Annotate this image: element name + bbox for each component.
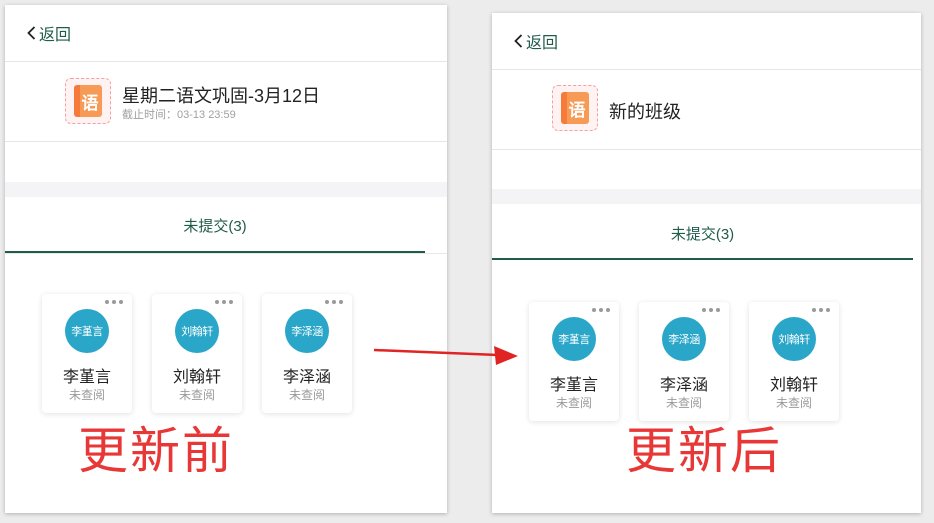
student-card[interactable]: 李泽涵 李泽涵 未查阅 (262, 294, 352, 413)
more-dots-icon[interactable] (325, 300, 343, 304)
student-status: 未查阅 (665, 396, 702, 410)
nav-bar: 返回 (5, 5, 447, 62)
student-card[interactable]: 刘翰轩 刘翰轩 未查阅 (749, 302, 839, 421)
back-button[interactable]: 返回 (514, 29, 558, 53)
tab-label: 未提交(3) (183, 217, 247, 235)
caption-after: 更新后 (626, 423, 782, 479)
avatar: 刘翰轩 (772, 317, 816, 361)
homework-title: 新的班级 (609, 102, 681, 122)
student-status: 未查阅 (68, 388, 105, 402)
avatar: 刘翰轩 (175, 309, 219, 353)
homework-header: 语 新的班级 (492, 69, 921, 150)
tab-active-indicator (492, 258, 913, 260)
avatar: 李堇言 (65, 309, 109, 353)
subject-glyph: 语 (561, 92, 589, 124)
student-name: 刘翰轩 (172, 369, 221, 386)
tab-divider (5, 253, 447, 254)
tab-not-submitted[interactable]: 未提交(3) (5, 197, 425, 253)
student-name: 李泽涵 (282, 369, 331, 386)
student-status: 未查阅 (288, 388, 325, 402)
tab-not-submitted[interactable]: 未提交(3) (492, 205, 913, 261)
arrow-right-icon (373, 346, 518, 365)
chevron-left-icon (514, 34, 523, 48)
back-button[interactable]: 返回 (27, 21, 71, 45)
avatar: 李泽涵 (662, 317, 706, 361)
section-divider (492, 189, 921, 204)
more-dots-icon[interactable] (702, 308, 720, 312)
chinese-book-icon: 语 (65, 78, 111, 124)
caption-before: 更新前 (78, 423, 234, 479)
student-status: 未查阅 (555, 396, 592, 410)
student-card[interactable]: 刘翰轩 刘翰轩 未查阅 (152, 294, 242, 413)
more-dots-icon[interactable] (812, 308, 830, 312)
subject-glyph: 语 (74, 85, 102, 117)
homework-deadline: 截止时间：03-13 23:59 (122, 109, 236, 121)
tab-label: 未提交(3) (670, 225, 735, 243)
student-card[interactable]: 李堇言 李堇言 未查阅 (42, 294, 132, 413)
student-status: 未查阅 (775, 396, 812, 410)
avatar: 李泽涵 (285, 309, 329, 353)
more-dots-icon[interactable] (105, 300, 123, 304)
nav-bar: 返回 (492, 13, 921, 70)
more-dots-icon[interactable] (215, 300, 233, 304)
student-name: 李堇言 (62, 369, 111, 386)
back-label: 返回 (39, 27, 72, 44)
chevron-left-icon (27, 26, 36, 40)
homework-title: 星期二语文巩固-3月12日 (122, 86, 321, 106)
student-card[interactable]: 李泽涵 李泽涵 未查阅 (639, 302, 729, 421)
student-name: 李堇言 (549, 377, 598, 394)
avatar: 李堇言 (552, 317, 596, 361)
more-dots-icon[interactable] (592, 308, 610, 312)
student-card[interactable]: 李堇言 李堇言 未查阅 (529, 302, 619, 421)
homework-header: 语 星期二语文巩固-3月12日 截止时间：03-13 23:59 (5, 61, 447, 142)
back-label: 返回 (526, 35, 559, 52)
student-status: 未查阅 (178, 388, 215, 402)
chinese-book-icon: 语 (552, 85, 598, 131)
student-name: 李泽涵 (659, 377, 708, 394)
student-name: 刘翰轩 (769, 377, 818, 394)
section-divider (5, 182, 447, 197)
